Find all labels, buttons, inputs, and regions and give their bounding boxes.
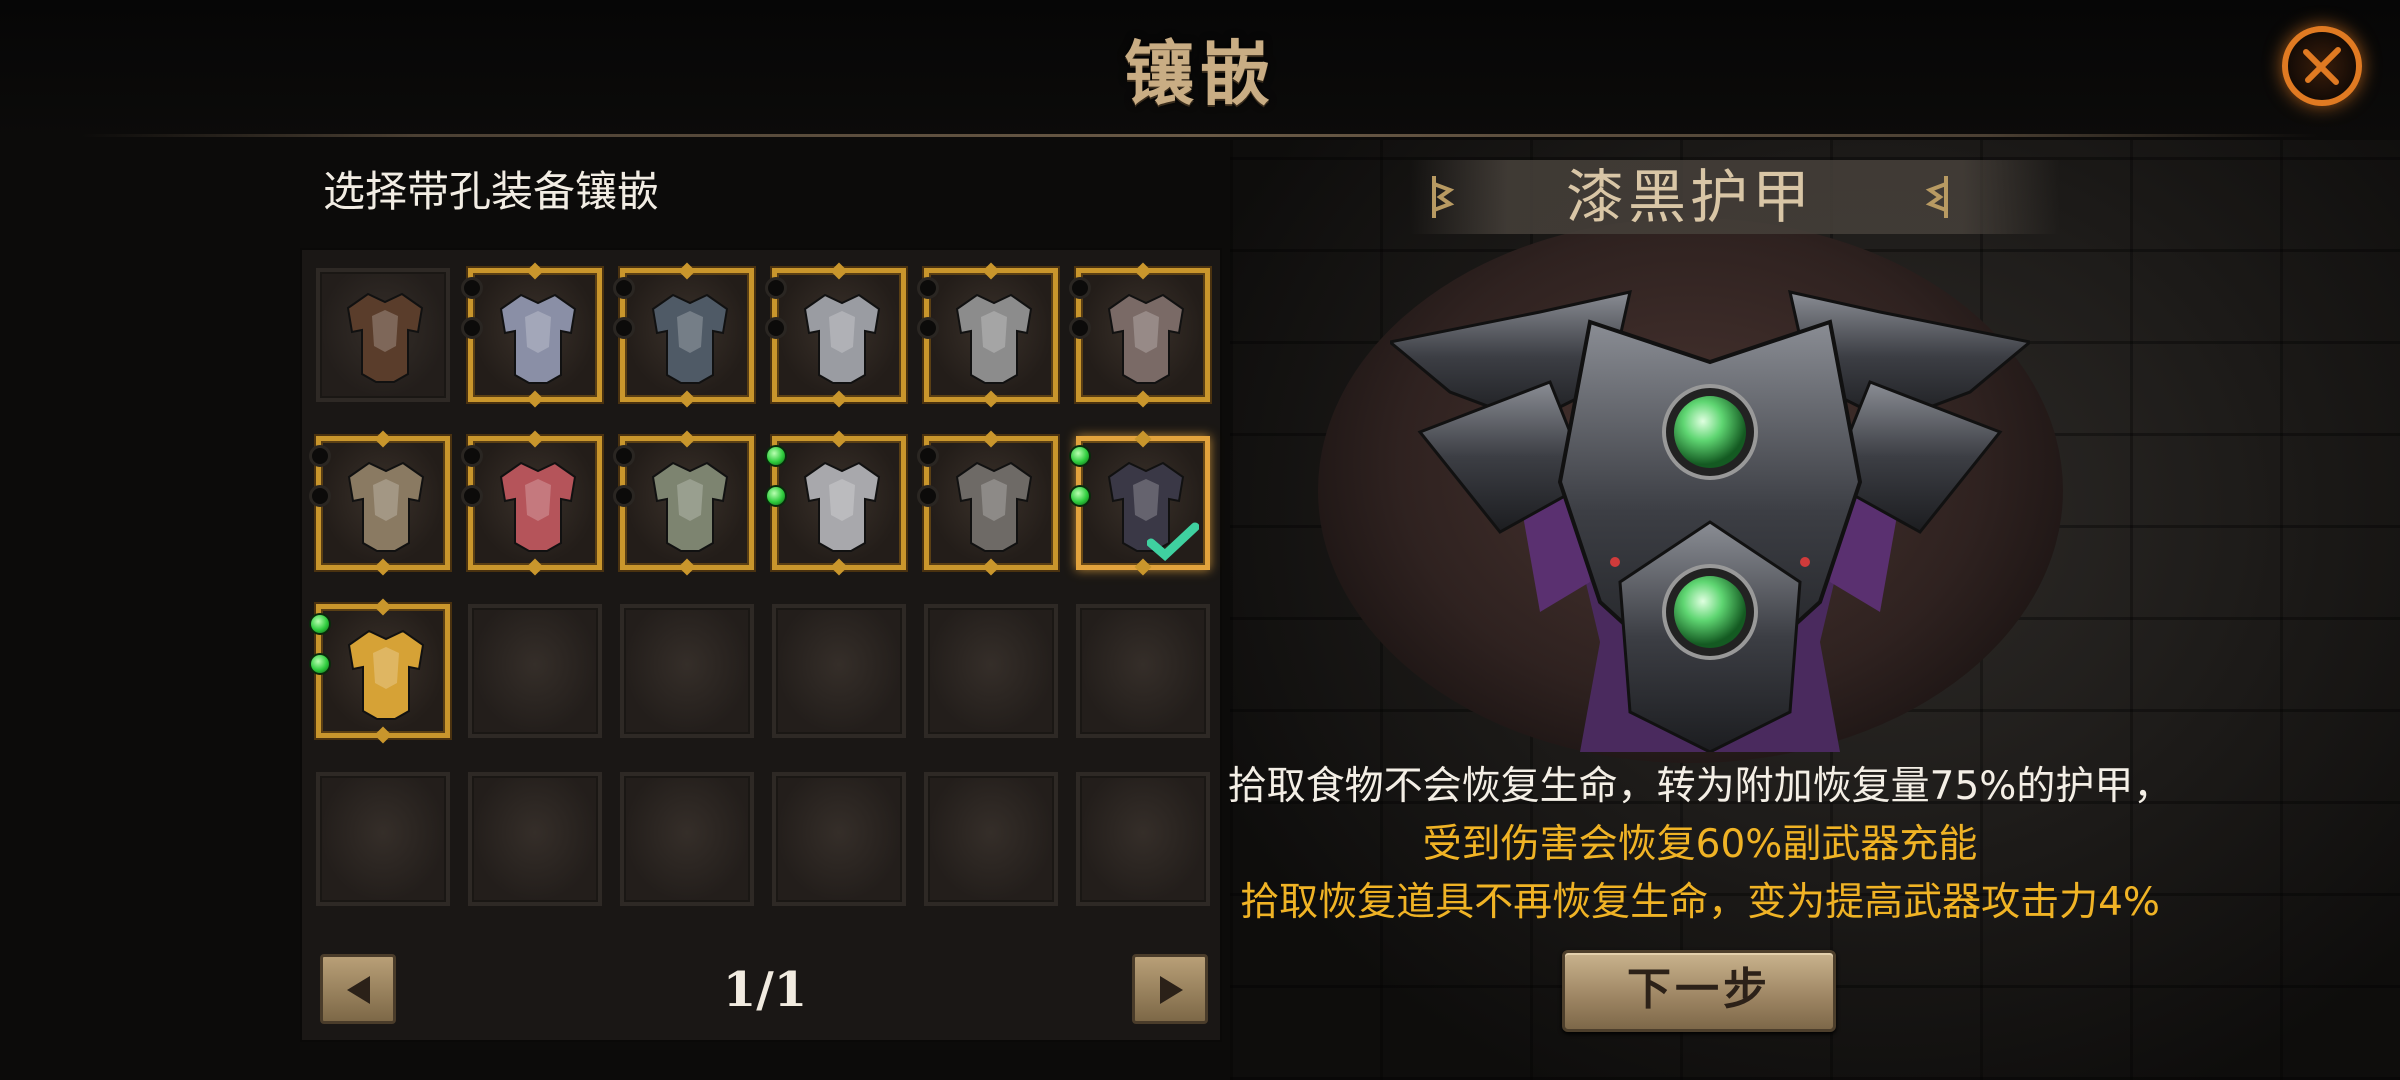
green-gem-socket-icon xyxy=(1069,485,1091,507)
equipment-slot[interactable] xyxy=(1069,262,1210,408)
triangle-right-icon xyxy=(1160,976,1183,1004)
empty-slot xyxy=(772,604,906,738)
empty-socket-icon xyxy=(309,445,331,467)
empty-slot xyxy=(924,772,1058,906)
equipment-slot[interactable] xyxy=(316,268,450,402)
equipment-slot[interactable] xyxy=(765,262,906,408)
equipment-slot[interactable] xyxy=(461,262,602,408)
empty-socket-icon xyxy=(613,317,635,339)
armor-icon xyxy=(955,293,1033,384)
empty-slot xyxy=(468,772,602,906)
equipment-slot[interactable] xyxy=(461,430,602,576)
armor-icon xyxy=(347,461,425,552)
equipment-slot[interactable] xyxy=(917,430,1058,576)
green-gem-socket-icon xyxy=(765,485,787,507)
effect-line-2: 受到伤害会恢复60%副武器充能 xyxy=(1422,822,1978,867)
empty-slot xyxy=(924,604,1058,738)
empty-socket-icon xyxy=(765,277,787,299)
armor-icon xyxy=(499,293,577,384)
page-title: 镶嵌 xyxy=(1124,32,1276,115)
green-gem-socket-icon xyxy=(765,445,787,467)
empty-slot xyxy=(620,772,754,906)
armor-icon xyxy=(803,293,881,384)
equipment-slot[interactable] xyxy=(309,430,450,576)
empty-slot xyxy=(1076,604,1210,738)
effect-line-1: 拾取食物不会恢复生命，转为附加恢复量75%的护甲， xyxy=(1227,764,2173,809)
armor-icon xyxy=(651,461,729,552)
empty-socket-icon xyxy=(917,485,939,507)
inventory-prompt: 选择带孔装备镶嵌 xyxy=(323,167,660,216)
equipment-slot[interactable] xyxy=(765,430,906,576)
close-button[interactable] xyxy=(2282,26,2362,106)
empty-socket-icon xyxy=(309,485,331,507)
checkmark-icon xyxy=(1147,522,1199,561)
green-gem-socket-icon xyxy=(1069,445,1091,467)
next-page-button[interactable] xyxy=(1132,954,1208,1024)
empty-socket-icon xyxy=(461,445,483,467)
empty-socket-icon xyxy=(461,485,483,507)
next-step-button[interactable]: 下一步 xyxy=(1562,950,1836,1032)
armor-icon xyxy=(499,461,577,552)
equipment-slot[interactable] xyxy=(613,262,754,408)
empty-socket-icon xyxy=(1069,277,1091,299)
item-name: 漆黑护甲 xyxy=(1565,163,1814,231)
empty-socket-icon xyxy=(917,277,939,299)
empty-slot xyxy=(620,604,754,738)
armor-icon xyxy=(346,292,424,383)
equipment-slot[interactable] xyxy=(613,430,754,576)
empty-slot xyxy=(772,772,906,906)
green-gem-socket-icon xyxy=(309,613,331,635)
empty-socket-icon xyxy=(917,445,939,467)
effect-line-3: 拾取恢复道具不再恢复生命，变为提高武器攻击力4% xyxy=(1240,880,2160,925)
green-gem-socket-icon xyxy=(309,653,331,675)
triangle-left-icon xyxy=(347,976,370,1004)
empty-socket-icon xyxy=(613,277,635,299)
close-x-icon xyxy=(2303,47,2341,85)
empty-slot xyxy=(468,604,602,738)
equipment-slot[interactable] xyxy=(917,262,1058,408)
armor-icon xyxy=(651,293,729,384)
empty-socket-icon xyxy=(765,317,787,339)
equipment-slot[interactable] xyxy=(309,598,450,744)
empty-slot xyxy=(316,772,450,906)
title-divider xyxy=(80,134,2320,137)
armor-icon xyxy=(955,461,1033,552)
empty-socket-icon xyxy=(917,317,939,339)
armor-icon xyxy=(1107,293,1185,384)
empty-socket-icon xyxy=(1069,317,1091,339)
armor-preview-image xyxy=(1390,290,2030,752)
empty-socket-icon xyxy=(613,445,635,467)
empty-socket-icon xyxy=(461,317,483,339)
ornament-right-icon xyxy=(1925,176,1948,218)
equipment-slot[interactable] xyxy=(1069,430,1210,576)
empty-socket-icon xyxy=(461,277,483,299)
armor-icon xyxy=(803,461,881,552)
page-indicator: 1/1 xyxy=(722,962,808,1018)
armor-icon xyxy=(347,629,425,720)
item-effects: 拾取食物不会恢复生命，转为附加恢复量75%的护甲， 受到伤害会恢复60%副武器充… xyxy=(1160,758,2240,932)
prev-page-button[interactable] xyxy=(320,954,396,1024)
empty-socket-icon xyxy=(613,485,635,507)
